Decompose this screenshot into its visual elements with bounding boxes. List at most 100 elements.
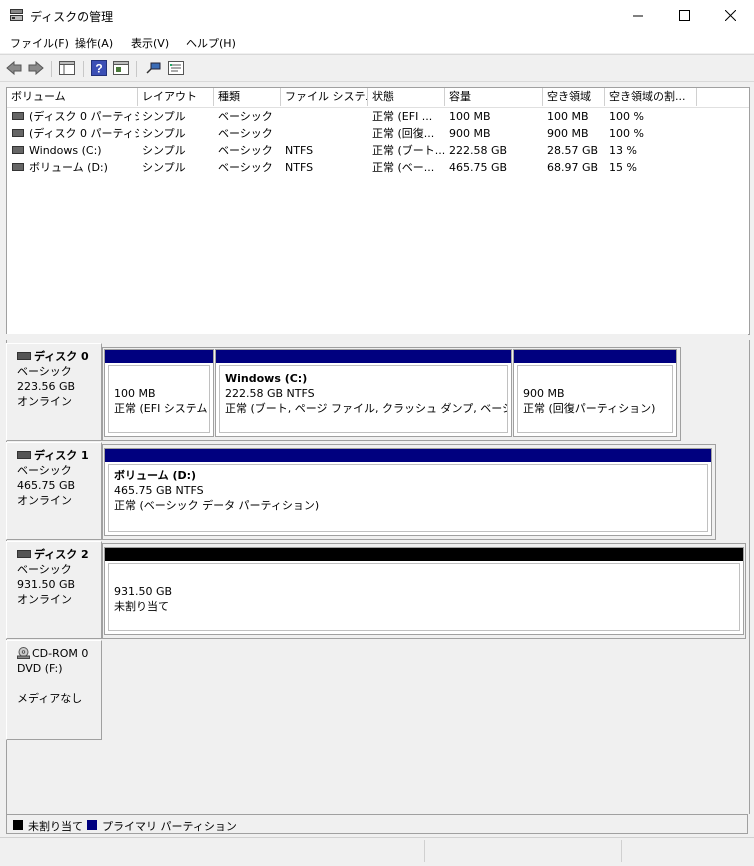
partition-unallocated[interactable]: 931.50 GB 未割り当て bbox=[104, 547, 744, 635]
console-tree-icon bbox=[59, 61, 75, 75]
column-header-free-percent[interactable]: 空き領域の割... bbox=[605, 88, 697, 106]
legend-swatch-unallocated bbox=[13, 820, 23, 830]
properties-button[interactable] bbox=[167, 59, 185, 77]
cell-status: 正常 (ブート... bbox=[372, 144, 445, 157]
cell-free-percent: 15 % bbox=[609, 161, 637, 174]
volume-list[interactable]: ボリューム レイアウト 種類 ファイル システム 状態 容量 空き領域 空き領域… bbox=[6, 87, 750, 335]
partition-size: 222.58 GB NTFS bbox=[225, 387, 315, 400]
table-row[interactable]: ボリューム (D:) シンプル ベーシック NTFS 正常 (ベー... 465… bbox=[7, 159, 749, 176]
status-separator bbox=[424, 840, 425, 862]
svg-text:?: ? bbox=[95, 62, 102, 76]
partition-body: 931.50 GB 未割り当て bbox=[108, 563, 740, 631]
legend-swatch-primary bbox=[87, 820, 97, 830]
cell-volume: (ディスク 0 パーティシ... bbox=[29, 110, 139, 123]
column-header-type[interactable]: 種類 bbox=[214, 88, 281, 106]
volume-icon bbox=[12, 163, 24, 171]
volume-icon bbox=[12, 129, 24, 137]
console-tree-button[interactable] bbox=[58, 59, 76, 77]
hard-disk-icon bbox=[17, 451, 31, 459]
partition-windows-c[interactable]: Windows (C:) 222.58 GB NTFS 正常 (ブート, ページ… bbox=[215, 349, 512, 437]
cell-free: 68.97 GB bbox=[547, 161, 599, 174]
volume-icon bbox=[12, 146, 24, 154]
cell-filesystem bbox=[282, 108, 368, 125]
menu-action[interactable]: 操作(A) bbox=[75, 35, 113, 51]
menu-bar: ファイル(F) 操作(A) 表示(V) ヘルプ(H) bbox=[0, 31, 754, 53]
maximize-icon bbox=[678, 10, 690, 21]
disk-2-label[interactable]: ディスク 2 ベーシック 931.50 GB オンライン bbox=[6, 541, 102, 639]
column-header-status[interactable]: 状態 bbox=[368, 88, 445, 106]
partition-efi[interactable]: 100 MB 正常 (EFI システム パ bbox=[104, 349, 214, 437]
legend: 未割り当て プライマリ パーティション bbox=[6, 814, 748, 834]
minimize-icon bbox=[633, 15, 643, 16]
toolbar-separator bbox=[51, 61, 52, 77]
disk-name: ディスク 2 bbox=[34, 548, 89, 561]
back-arrow-icon bbox=[6, 61, 22, 75]
cell-volume: Windows (C:) bbox=[29, 144, 102, 157]
partition-status: 未割り当て bbox=[114, 600, 169, 613]
table-row[interactable]: Windows (C:) シンプル ベーシック NTFS 正常 (ブート... … bbox=[7, 142, 749, 159]
close-button[interactable] bbox=[707, 0, 753, 31]
partition-body: ボリューム (D:) 465.75 GB NTFS 正常 (ベーシック データ … bbox=[108, 464, 708, 532]
action-pane-button[interactable] bbox=[112, 59, 130, 77]
cell-layout: シンプル bbox=[142, 144, 186, 157]
cell-free: 28.57 GB bbox=[547, 144, 599, 157]
column-header-layout[interactable]: レイアウト bbox=[138, 88, 214, 106]
help-icon: ? bbox=[91, 60, 107, 76]
column-header-capacity[interactable]: 容量 bbox=[445, 88, 543, 106]
title-bar: ディスクの管理 bbox=[0, 0, 754, 31]
cell-free-percent: 13 % bbox=[609, 144, 637, 157]
disk-size: 931.50 GB bbox=[17, 578, 76, 591]
disk-type: DVD (F:) bbox=[17, 662, 63, 675]
hard-disk-icon bbox=[17, 550, 31, 558]
cell-capacity: 100 MB bbox=[449, 110, 491, 123]
minimize-button[interactable] bbox=[615, 0, 661, 31]
status-separator bbox=[621, 840, 622, 862]
partition-status: 正常 (ベーシック データ パーティション) bbox=[114, 499, 320, 512]
cell-status: 正常 (回復... bbox=[372, 127, 435, 140]
maximize-button[interactable] bbox=[661, 0, 707, 31]
disk-name: ディスク 0 bbox=[34, 350, 89, 363]
cell-filesystem: NTFS bbox=[285, 161, 314, 174]
partition-volume-d[interactable]: ボリューム (D:) 465.75 GB NTFS 正常 (ベーシック データ … bbox=[104, 448, 712, 536]
disk-name: CD-ROM 0 bbox=[32, 647, 89, 660]
connect-icon bbox=[146, 62, 161, 74]
column-header-free[interactable]: 空き領域 bbox=[543, 88, 605, 106]
cell-capacity: 222.58 GB bbox=[449, 144, 508, 157]
disk-1-label[interactable]: ディスク 1 ベーシック 465.75 GB オンライン bbox=[6, 442, 102, 540]
table-row[interactable]: (ディスク 0 パーティシ... シンプル ベーシック 正常 (EFI ... … bbox=[7, 108, 749, 125]
partition-status: 正常 (ブート, ページ ファイル, クラッシュ ダンプ, ベーシック データ bbox=[225, 402, 507, 415]
status-bar bbox=[0, 837, 754, 866]
column-header-filesystem[interactable]: ファイル システム bbox=[281, 88, 368, 106]
disk-size bbox=[17, 676, 101, 691]
disk-0-label[interactable]: ディスク 0 ベーシック 223.56 GB オンライン bbox=[6, 343, 102, 441]
legend-label-primary: プライマリ パーティション bbox=[102, 820, 237, 833]
forward-button[interactable] bbox=[27, 59, 45, 77]
partition-status: 正常 (EFI システム パ bbox=[114, 402, 209, 415]
column-header-volume[interactable]: ボリューム bbox=[7, 88, 138, 106]
cell-free-percent: 100 % bbox=[609, 127, 644, 140]
disk-state: メディアなし bbox=[17, 692, 83, 705]
window-title: ディスクの管理 bbox=[30, 10, 114, 24]
action-pane-icon bbox=[113, 61, 129, 75]
cell-filesystem bbox=[282, 125, 368, 142]
back-button[interactable] bbox=[5, 59, 23, 77]
cell-volume: ボリューム (D:) bbox=[29, 161, 108, 174]
partition-recovery[interactable]: 900 MB 正常 (回復パーティション) bbox=[513, 349, 677, 437]
menu-view[interactable]: 表示(V) bbox=[131, 35, 169, 51]
cell-layout: シンプル bbox=[142, 161, 186, 174]
cdrom-0-label[interactable]: CD-ROM 0 DVD (F:) メディアなし bbox=[6, 640, 102, 740]
help-button[interactable]: ? bbox=[90, 59, 108, 77]
menu-help[interactable]: ヘルプ(H) bbox=[186, 35, 236, 51]
table-row[interactable]: (ディスク 0 パーティシ... シンプル ベーシック 正常 (回復... 90… bbox=[7, 125, 749, 142]
disk-name: ディスク 1 bbox=[34, 449, 89, 462]
unallocated-bar bbox=[105, 548, 743, 561]
disk-size: 223.56 GB bbox=[17, 380, 76, 393]
connect-button[interactable] bbox=[144, 59, 162, 77]
partition-title: ボリューム (D:) bbox=[114, 469, 197, 482]
menu-file[interactable]: ファイル(F) bbox=[10, 35, 69, 51]
cd-drive-icon bbox=[17, 647, 30, 659]
disk-state: オンライン bbox=[17, 593, 72, 606]
partition-size: 465.75 GB NTFS bbox=[114, 484, 204, 497]
cell-status: 正常 (ベー... bbox=[372, 161, 435, 174]
toolbar: ? bbox=[0, 54, 754, 82]
